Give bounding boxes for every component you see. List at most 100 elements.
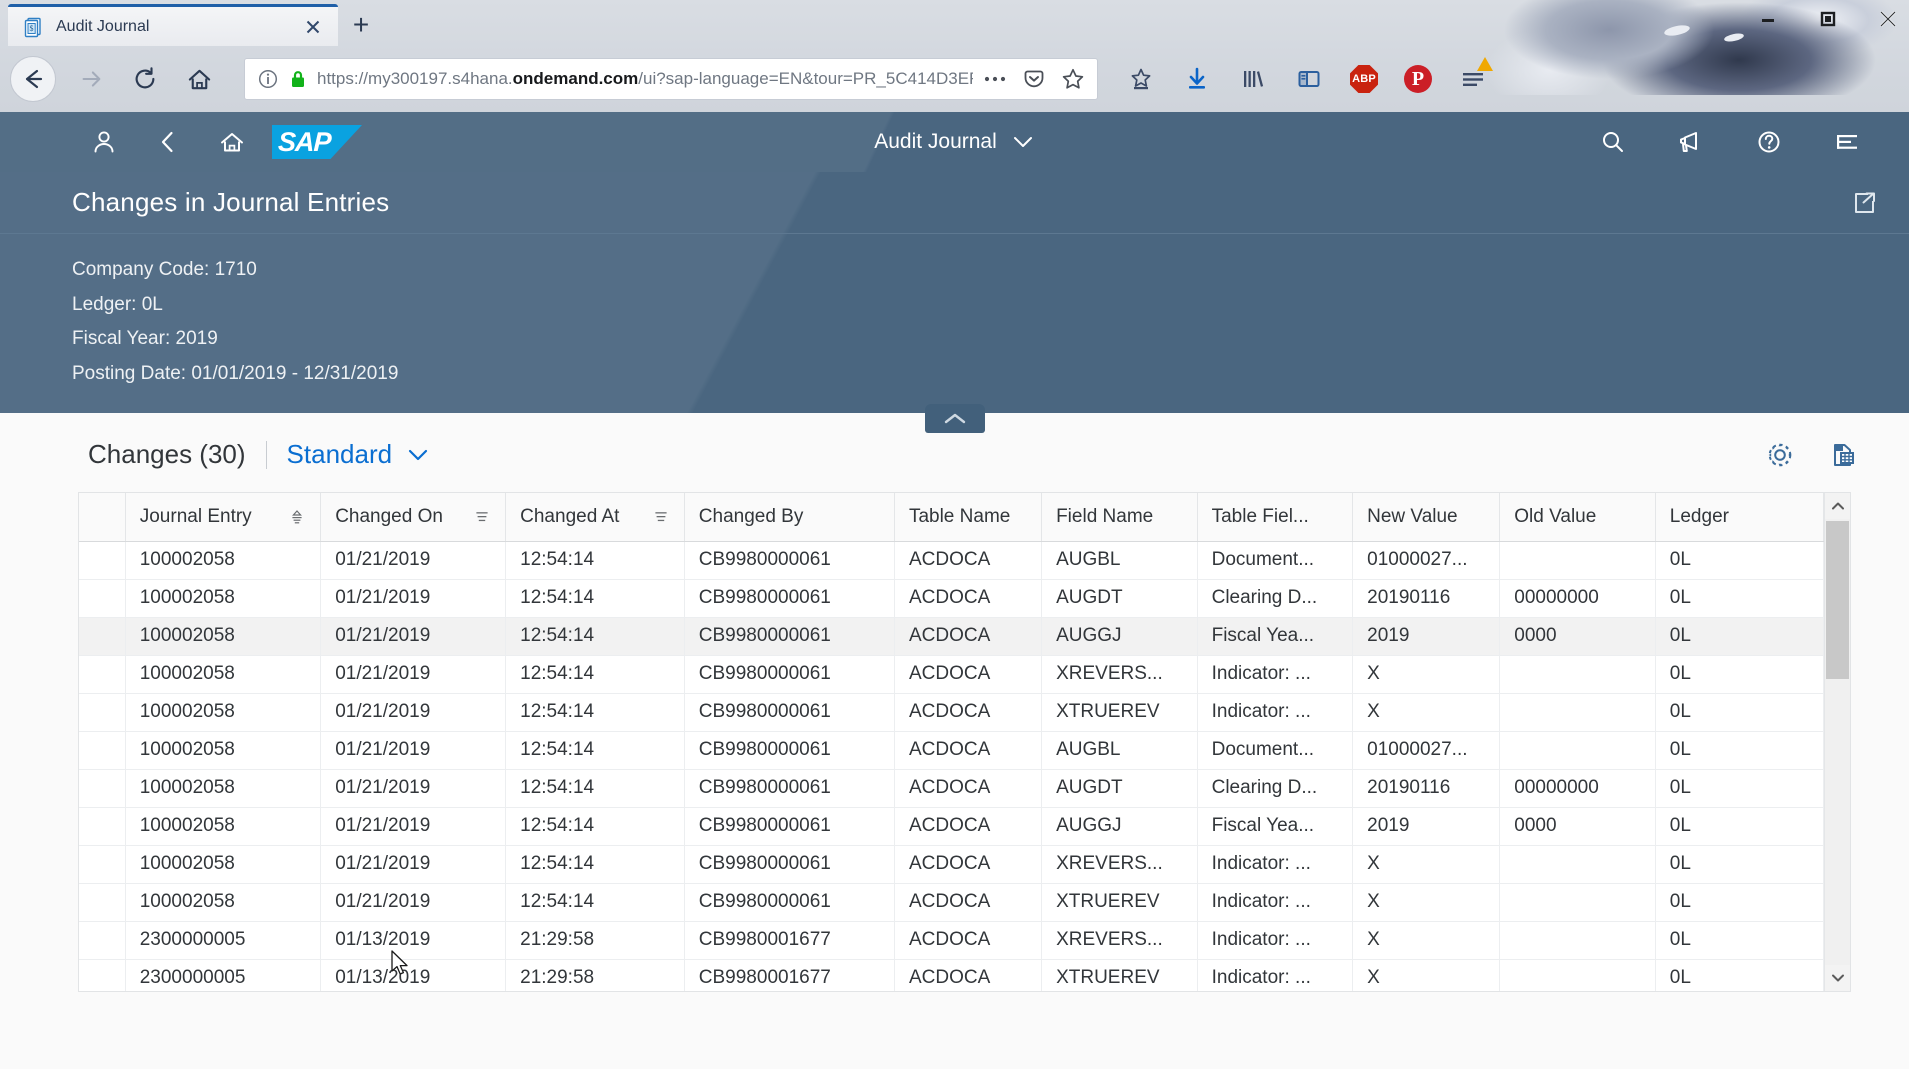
minimize-button[interactable] <box>1753 6 1783 32</box>
cell-journal-entry[interactable]: 100002058 <box>125 807 320 845</box>
scroll-up-button[interactable] <box>1825 493 1850 519</box>
cell-journal-entry[interactable]: 2300000005 <box>125 921 320 959</box>
row-select-cell[interactable] <box>79 693 125 731</box>
row-select-cell[interactable] <box>79 921 125 959</box>
table-row[interactable]: 10000205801/21/201912:54:14CB9980000061A… <box>79 541 1824 579</box>
cell-value: 01/13/2019 <box>335 929 430 950</box>
column-header-old-value[interactable]: Old Value <box>1500 493 1656 541</box>
table-row[interactable]: 230000000501/13/201921:29:58CB9980001677… <box>79 921 1824 959</box>
filter-icon[interactable] <box>652 508 670 526</box>
row-select-cell[interactable] <box>79 541 125 579</box>
save-to-pocket-icon[interactable] <box>1126 64 1156 94</box>
cell-journal-entry[interactable]: 100002058 <box>125 579 320 617</box>
sort-ascending-icon[interactable] <box>288 508 306 526</box>
cell-journal-entry[interactable]: 100002058 <box>125 655 320 693</box>
address-bar[interactable]: https://my300197.s4hana.ondemand.com/ui?… <box>244 58 1098 100</box>
row-select-cell[interactable] <box>79 769 125 807</box>
megaphone-icon[interactable] <box>1659 113 1723 171</box>
table-row[interactable]: 10000205801/21/201912:54:14CB9980000061A… <box>79 845 1824 883</box>
hamburger-menu-icon[interactable] <box>1458 64 1488 94</box>
shell-back-button[interactable] <box>136 113 200 171</box>
table-vertical-scrollbar[interactable] <box>1824 493 1850 991</box>
table-row[interactable]: 10000205801/21/201912:54:14CB9980000061A… <box>79 655 1824 693</box>
table-row[interactable]: 10000205801/21/201912:54:14CB9980000061A… <box>79 693 1824 731</box>
info-circle-icon[interactable] <box>257 68 279 90</box>
table-row[interactable]: 10000205801/21/201912:54:14CB9980000061A… <box>79 579 1824 617</box>
chevron-down-icon[interactable] <box>406 447 430 463</box>
cell-journal-entry[interactable]: 100002058 <box>125 617 320 655</box>
table-row[interactable]: 10000205801/21/201912:54:14CB9980000061A… <box>79 731 1824 769</box>
shell-home-button[interactable] <box>200 113 264 171</box>
window-controls[interactable] <box>1753 6 1903 32</box>
pocket-icon[interactable] <box>1023 68 1045 90</box>
column-header-new-value[interactable]: New Value <box>1353 493 1500 541</box>
row-select-cell[interactable] <box>79 731 125 769</box>
cell-journal-entry[interactable]: 100002058 <box>125 883 320 921</box>
row-select-cell[interactable] <box>79 655 125 693</box>
row-select-cell[interactable] <box>79 807 125 845</box>
cell-journal-entry[interactable]: 100002058 <box>125 845 320 883</box>
search-icon[interactable] <box>1581 113 1645 171</box>
column-header-field-name[interactable]: Field Name <box>1042 493 1198 541</box>
table-row[interactable]: 10000205801/21/201912:54:14CB9980000061A… <box>79 807 1824 845</box>
cell-value: Indicator: ... <box>1212 663 1311 684</box>
library-icon[interactable] <box>1238 64 1268 94</box>
collapse-header-button[interactable] <box>925 404 985 433</box>
select-all-column[interactable] <box>79 493 125 541</box>
scrollbar-track[interactable] <box>1825 519 1850 965</box>
cell-journal-entry[interactable]: 100002058 <box>125 541 320 579</box>
menu-lines-icon[interactable] <box>1815 113 1879 171</box>
scrollbar-thumb[interactable] <box>1826 521 1849 679</box>
row-select-cell[interactable] <box>79 579 125 617</box>
browser-tab-audit-journal[interactable]: $ Audit Journal <box>8 4 338 46</box>
downloads-icon[interactable] <box>1182 64 1212 94</box>
table-row[interactable]: 10000205801/21/201912:54:14CB9980000061A… <box>79 769 1824 807</box>
row-select-cell[interactable] <box>79 883 125 921</box>
cell-table-name: ACDOCA <box>894 807 1041 845</box>
sap-logo[interactable]: SAP <box>272 125 362 159</box>
row-select-cell[interactable] <box>79 617 125 655</box>
back-button[interactable] <box>10 56 56 102</box>
close-icon[interactable] <box>302 16 324 38</box>
column-header-changed-at[interactable]: Changed At <box>506 493 685 541</box>
bookmark-star-icon[interactable] <box>1061 67 1085 91</box>
home-button[interactable] <box>172 52 226 106</box>
cell-journal-entry[interactable]: 2300000005 <box>125 959 320 991</box>
user-avatar-icon[interactable] <box>72 113 136 171</box>
reload-button[interactable] <box>118 52 172 106</box>
url-text[interactable]: https://my300197.s4hana.ondemand.com/ui?… <box>317 69 973 89</box>
variant-label: Standard <box>287 439 393 470</box>
maximize-restore-button[interactable] <box>1813 6 1843 32</box>
cell-journal-entry[interactable]: 100002058 <box>125 769 320 807</box>
adblock-plus-icon[interactable]: ABP <box>1350 65 1378 93</box>
help-question-icon[interactable] <box>1737 113 1801 171</box>
column-header-ledger[interactable]: Ledger <box>1655 493 1823 541</box>
cell-journal-entry[interactable]: 100002058 <box>125 693 320 731</box>
chevron-down-icon[interactable] <box>1011 134 1035 150</box>
variant-selector[interactable]: Standard <box>287 439 431 470</box>
column-header-changed-on[interactable]: Changed On <box>321 493 506 541</box>
close-window-button[interactable] <box>1873 6 1903 32</box>
column-header-table-field[interactable]: Table Fiel... <box>1197 493 1353 541</box>
filter-summary: Company Code: 1710 Ledger: 0L Fiscal Yea… <box>0 234 1909 413</box>
table-row[interactable]: 10000205801/21/201912:54:14CB9980000061A… <box>79 617 1824 655</box>
filter-icon[interactable] <box>473 508 491 526</box>
cell-old-value: 0000 <box>1500 617 1656 655</box>
new-tab-button[interactable]: + <box>338 4 384 46</box>
forward-button[interactable] <box>64 52 118 106</box>
table-row[interactable]: 10000205801/21/201912:54:14CB9980000061A… <box>79 883 1824 921</box>
column-header-table-name[interactable]: Table Name <box>894 493 1041 541</box>
scroll-down-button[interactable] <box>1825 965 1850 991</box>
share-icon[interactable] <box>1847 186 1881 220</box>
table-row[interactable]: 230000000501/13/201921:29:58CB9980001677… <box>79 959 1824 991</box>
pinterest-icon[interactable]: P <box>1404 65 1432 93</box>
column-header-journal-entry[interactable]: Journal Entry <box>125 493 320 541</box>
sidebar-icon[interactable] <box>1294 64 1324 94</box>
spreadsheet-export-icon[interactable] <box>1829 440 1859 470</box>
ellipsis-icon[interactable] <box>983 74 1007 84</box>
row-select-cell[interactable] <box>79 845 125 883</box>
column-header-changed-by[interactable]: Changed By <box>684 493 894 541</box>
cell-journal-entry[interactable]: 100002058 <box>125 731 320 769</box>
row-select-cell[interactable] <box>79 959 125 991</box>
gear-icon[interactable] <box>1765 440 1795 470</box>
